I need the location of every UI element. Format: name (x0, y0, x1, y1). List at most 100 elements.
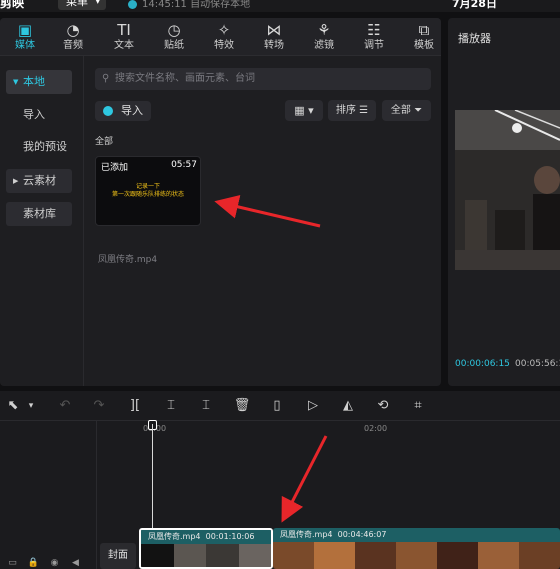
clip-duration: 00:01:10:06 (205, 532, 255, 541)
mirror-icon[interactable]: ◭ (339, 397, 357, 415)
redo-icon[interactable]: ↷ (90, 397, 108, 415)
caret-down-icon: ▼ (13, 78, 19, 86)
sidebar-item-label: 云素材 (23, 174, 56, 187)
sort-icon: ☰ (359, 105, 369, 116)
tab-filter[interactable]: ⚘ 滤镜 (299, 20, 349, 54)
tab-label: 音频 (63, 40, 83, 51)
sidebar-item-label: 我的预设 (23, 140, 67, 153)
timeline-toolbar: ⬉ ▾ ↶ ↷ ][ ⌶ ⌶ 🗑 ▯ ▷ ◭ ⟲ ⌗ (0, 391, 560, 421)
tab-label: 文本 (114, 40, 134, 51)
filter-icon: ⚘ (317, 21, 331, 39)
save-status-text: 14:45:11 自动保存本地 (142, 0, 251, 10)
filter-button[interactable]: 全部 ⏷ (382, 100, 431, 121)
timeline-clip-header: 凤凰传奇.mp4 00:01:10:06 (141, 530, 271, 544)
clip-subtitle-line2: 第一次跟随乐队排练的状态 (111, 191, 184, 198)
effects-icon: ✧ (217, 21, 231, 39)
tab-label: 模板 (414, 40, 434, 51)
media-clip-card[interactable]: 已添加 05:57 记录一下 第一次跟随乐队排练的状态 (95, 156, 201, 226)
rotate-icon[interactable]: ⟲ (374, 397, 392, 415)
clip-thumbnails (273, 542, 560, 569)
menu-label: 菜单 (66, 0, 88, 8)
media-sidebar: ▼ 本地 导入 我的预设 ▶ 云素材 素材库 (0, 56, 84, 386)
screen-icon[interactable]: ▭ (6, 558, 19, 569)
filter-label: 全部 (390, 105, 411, 116)
clip-duration: 05:57 (171, 160, 197, 170)
date-label: 7月28日 (452, 0, 497, 10)
sidebar-item-import[interactable]: 导入 (6, 103, 72, 127)
player-title: 播放器 (458, 32, 491, 45)
tab-sticker[interactable]: ◷ 贴纸 (149, 20, 199, 54)
section-label: 全部 (95, 137, 114, 147)
tab-label: 滤镜 (314, 40, 334, 51)
track-controls: ▭ 🔒 ◉ ◀ (6, 550, 90, 568)
adjust-icon: ☷ (367, 21, 381, 39)
sidebar-item-cloud[interactable]: ▶ 云素材 (6, 169, 72, 193)
title-bar: 剪映 菜单 ▾ 14:45:11 自动保存本地 7月28日 (0, 0, 560, 12)
search-input[interactable]: ⚲ 搜索文件名称、画面元素、台词 (95, 68, 431, 90)
tab-label: 贴纸 (164, 40, 184, 51)
tab-adjust[interactable]: ☷ 调节 (349, 20, 399, 54)
chevron-down-icon[interactable]: ▾ (22, 397, 40, 415)
clip-thumbnails (141, 544, 271, 567)
media-icon: ▣ (17, 21, 33, 39)
volume-icon[interactable]: ◀ (69, 558, 82, 569)
import-button[interactable]: 导入 (95, 101, 151, 121)
check-icon (128, 0, 137, 9)
tab-media[interactable]: ▣ 媒体 (0, 20, 50, 54)
timeline-clip[interactable]: 凤凰传奇.mp4 00:04:46:07 (273, 528, 560, 569)
view-mode-button[interactable]: ▦ ▾ (285, 100, 323, 121)
template-icon: ⧉ (418, 21, 430, 39)
current-time: 00:00:06:15 (455, 359, 510, 369)
filter-icon: ⏷ (414, 105, 423, 116)
tab-text[interactable]: TI 文本 (99, 20, 149, 54)
audio-icon: ◔ (66, 21, 80, 39)
trim-right-icon[interactable]: ⌶ (197, 397, 215, 415)
caret-right-icon: ▶ (13, 177, 19, 185)
import-label: 导入 (121, 104, 143, 117)
tab-label: 媒体 (15, 40, 35, 51)
undo-icon[interactable]: ↶ (56, 397, 74, 415)
select-tool-icon[interactable]: ⬉ (4, 397, 22, 415)
freeze-frame-icon[interactable]: ▯ (268, 397, 286, 415)
sticker-icon: ◷ (167, 21, 181, 39)
sort-label: 排序 (335, 105, 356, 116)
crop-icon[interactable]: ⌗ (409, 397, 427, 415)
trim-left-icon[interactable]: ⌶ (162, 397, 180, 415)
timeline-clip[interactable]: 凤凰传奇.mp4 00:01:10:06 (139, 528, 273, 569)
media-panel: ▣ 媒体 ◔ 音频 TI 文本 ◷ 贴纸 ✧ 特效 ⋈ 转场 ⚘ 滤镜 ☷ 调节 (0, 18, 441, 386)
grid-view-icon: ▦ ▾ (294, 104, 314, 117)
asset-toolbar: ▣ 媒体 ◔ 音频 TI 文本 ◷ 贴纸 ✧ 特效 ⋈ 转场 ⚘ 滤镜 ☷ 调节 (0, 18, 441, 56)
delete-icon[interactable]: 🗑 (233, 397, 251, 415)
video-preview[interactable] (455, 110, 560, 270)
plus-icon (103, 106, 113, 116)
transition-icon: ⋈ (266, 21, 282, 39)
eye-icon[interactable]: ◉ (48, 558, 61, 569)
lock-icon[interactable]: 🔒 (27, 558, 40, 569)
media-content: ⚲ 搜索文件名称、画面元素、台词 导入 ▦ ▾ 排序 ☰ 全部 ⏷ 全部 已添加 … (84, 56, 441, 386)
sidebar-item-local[interactable]: ▼ 本地 (6, 70, 72, 94)
video-frame (455, 110, 560, 270)
sidebar-item-library[interactable]: 素材库 (6, 202, 72, 226)
player-panel: 播放器 00:00:06:15 00:05:56:1 (448, 18, 560, 386)
clip-name: 凤凰传奇.mp4 (280, 530, 333, 539)
tab-effects[interactable]: ✧ 特效 (199, 20, 249, 54)
search-icon: ⚲ (102, 73, 110, 84)
sort-button[interactable]: 排序 ☰ (328, 100, 376, 121)
tab-label: 调节 (364, 40, 384, 51)
clip-name: 凤凰传奇.mp4 (148, 532, 201, 541)
menu-button[interactable]: 菜单 ▾ (58, 0, 106, 10)
tab-audio[interactable]: ◔ 音频 (48, 20, 98, 54)
tab-template[interactable]: ⧉ 模板 (399, 20, 441, 54)
sidebar-item-label: 导入 (23, 108, 45, 121)
cover-button[interactable]: 封面 (100, 543, 136, 569)
sidebar-item-label: 素材库 (23, 207, 56, 220)
sidebar-item-presets[interactable]: 我的预设 (6, 135, 72, 159)
text-icon: TI (117, 21, 131, 39)
split-icon[interactable]: ][ (126, 397, 144, 415)
app-name: 剪映 (0, 0, 25, 10)
play-icon[interactable]: ▷ (304, 397, 322, 415)
tab-label: 转场 (264, 40, 284, 51)
tab-transition[interactable]: ⋈ 转场 (249, 20, 299, 54)
save-status: 14:45:11 自动保存本地 (128, 0, 250, 10)
chevron-down-icon: ▾ (95, 0, 100, 7)
